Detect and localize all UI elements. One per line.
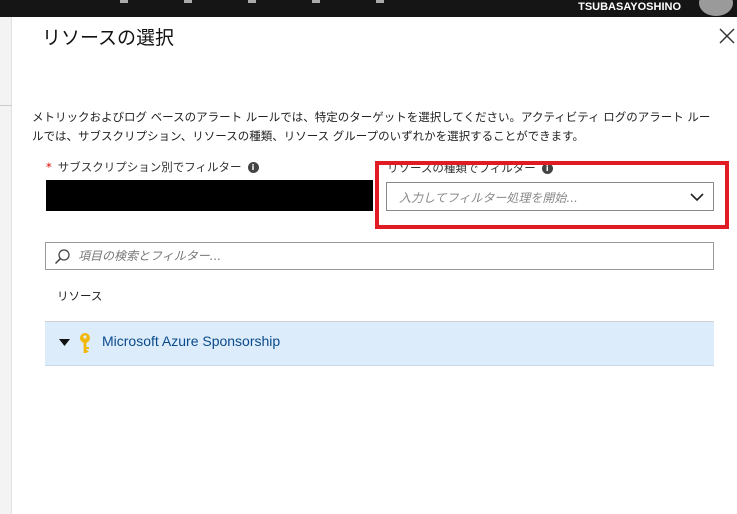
avatar[interactable] xyxy=(699,0,733,16)
required-marker: * xyxy=(46,160,52,174)
column-header-resource[interactable]: リソース xyxy=(57,288,102,304)
subscription-filter-label: * サブスクリプション別でフィルター i xyxy=(46,159,259,175)
search-icon xyxy=(54,249,70,265)
subscription-name[interactable]: Microsoft Azure Sponsorship xyxy=(102,333,280,349)
toolbar-icons xyxy=(120,0,410,4)
info-icon[interactable]: i xyxy=(247,162,259,173)
caret-down-icon[interactable] xyxy=(59,339,70,347)
row-divider xyxy=(45,365,714,366)
username[interactable]: TSUBASAYOSHINO xyxy=(578,1,681,13)
close-icon xyxy=(719,28,735,44)
list-item[interactable]: Microsoft Azure Sponsorship xyxy=(45,322,714,365)
subscription-filter-label-text: サブスクリプション別でフィルター xyxy=(57,160,242,174)
search-input[interactable] xyxy=(78,246,698,266)
annotation-highlight-box xyxy=(375,161,729,229)
divider xyxy=(0,105,12,106)
left-panel-strip xyxy=(0,17,12,514)
close-button[interactable] xyxy=(716,25,737,47)
search-box[interactable] xyxy=(45,242,714,270)
blade-title: リソースの選択 xyxy=(42,27,175,49)
key-icon xyxy=(80,333,90,353)
subscription-dropdown[interactable] xyxy=(46,180,373,211)
description: メトリックおよびログ ベースのアラート ルールでは、特定のターゲットを選択してく… xyxy=(32,108,722,146)
description-line-2: ルでは、サブスクリプション、リソースの種類、リソース グループのいずれかを選択す… xyxy=(32,129,584,143)
top-bar: TSUBASAYOSHINO xyxy=(0,0,737,17)
description-line-1: メトリックおよびログ ベースのアラート ルールでは、特定のターゲットを選択してく… xyxy=(32,110,711,124)
